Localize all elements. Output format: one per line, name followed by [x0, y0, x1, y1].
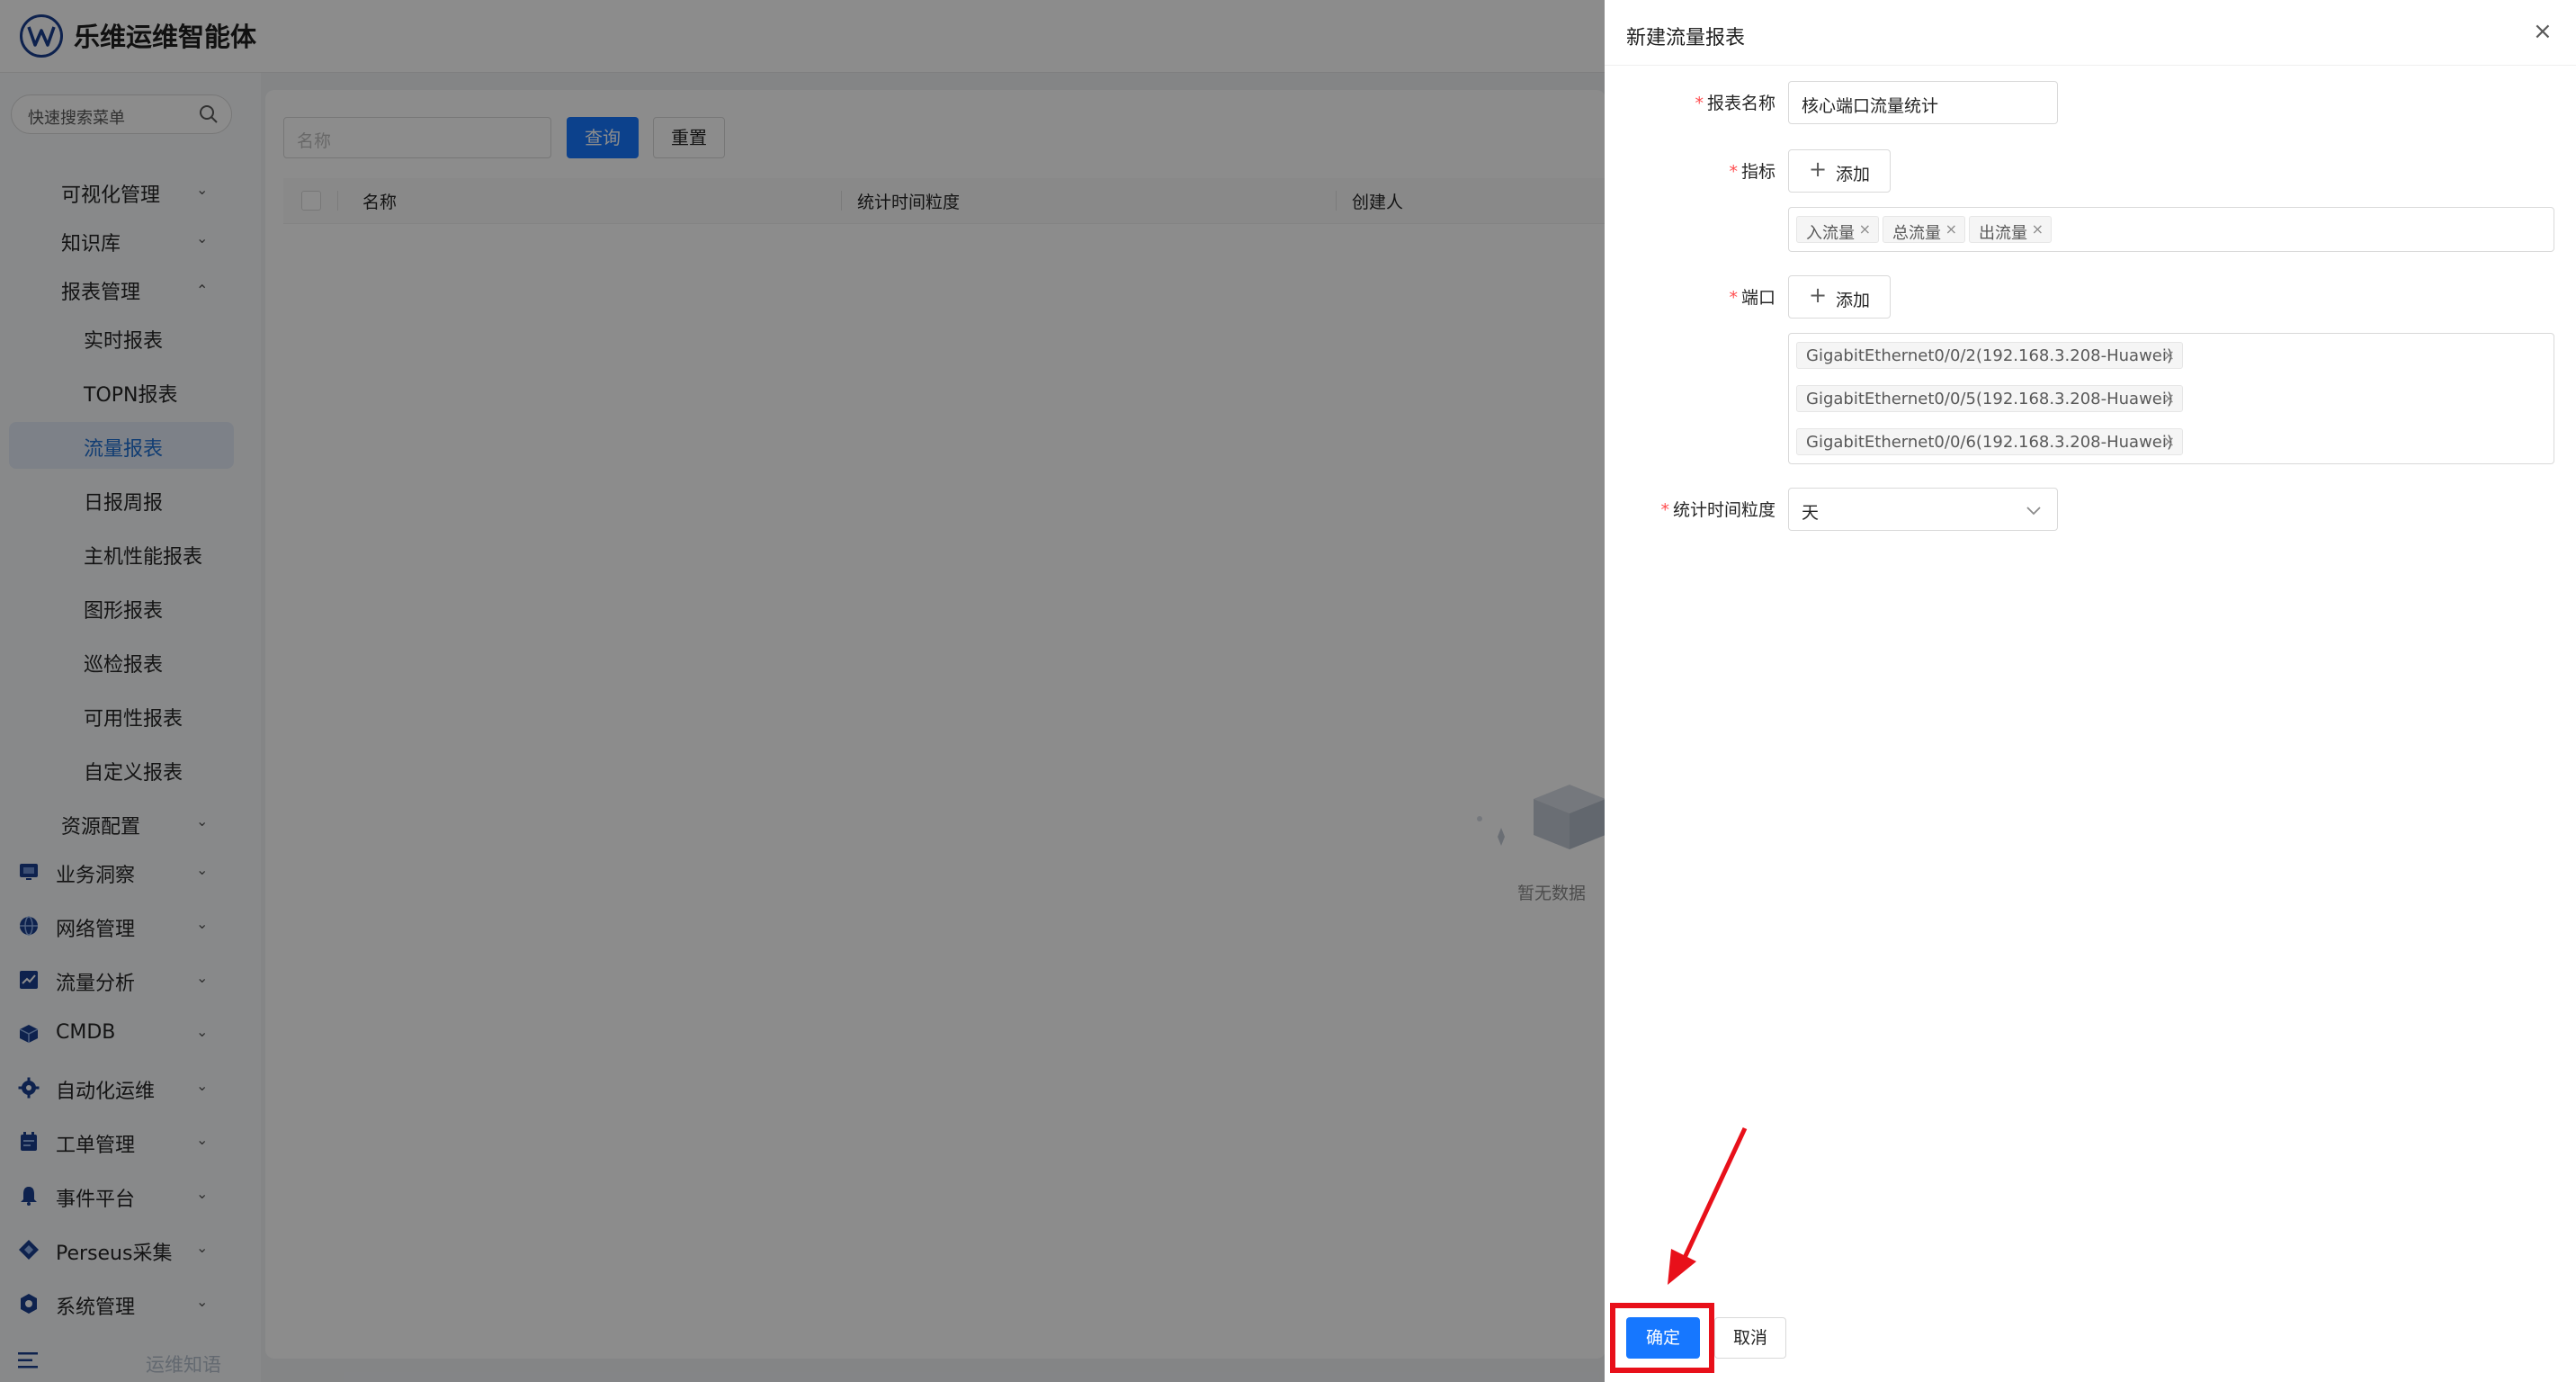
tag-text: 总流量: [1892, 224, 1941, 243]
metric-tag: 出流量 ×: [1969, 216, 2052, 243]
form-label: * 指标: [1729, 158, 1775, 183]
label-text: 端口: [1740, 288, 1775, 308]
plus-icon: +: [1809, 157, 1828, 182]
field-ports-label: * 端口: [1605, 284, 1775, 311]
add-label: 添加: [1836, 165, 1871, 184]
label-text: 统计时间粒度: [1672, 500, 1775, 520]
metrics-tag-box[interactable]: 入流量 × 总流量 × 出流量 ×: [1788, 207, 2554, 252]
form-label: * 端口: [1729, 284, 1775, 309]
add-metric-button[interactable]: + 添加: [1788, 149, 1891, 193]
drawer-header: 新建流量报表 ×: [1605, 0, 2576, 66]
tag-text: GigabitEthernet0/0/6(192.168.3.208-Huawe…: [1806, 433, 2173, 452]
field-granularity-label: * 统计时间粒度: [1605, 497, 1775, 524]
tag-close-icon[interactable]: ×: [2163, 390, 2175, 407]
tag-close-icon[interactable]: ×: [1945, 220, 1957, 238]
granularity-value: 天: [1802, 503, 1820, 523]
label-text: 指标: [1740, 162, 1775, 182]
field-metrics-label: * 指标: [1605, 158, 1775, 185]
cancel-button[interactable]: 取消: [1714, 1317, 1786, 1359]
tag-close-icon[interactable]: ×: [2163, 433, 2175, 450]
app-root: 乐维运维智能体 快速搜索菜单 可视化管理 ⌄ 知识库 ⌄ 报表管理 ⌃ 实时报表…: [0, 0, 2576, 1382]
tag-text: 入流量: [1806, 224, 1855, 243]
close-icon[interactable]: ×: [2533, 18, 2553, 45]
plus-icon: +: [1809, 283, 1828, 308]
add-port-button[interactable]: + 添加: [1788, 275, 1891, 319]
metric-tag: 入流量 ×: [1796, 216, 1879, 243]
metric-tag: 总流量 ×: [1883, 216, 1965, 243]
required-mark: *: [1695, 94, 1704, 113]
tag-close-icon[interactable]: ×: [2032, 220, 2044, 238]
highlight-box: [1610, 1303, 1714, 1373]
label-text: 报表名称: [1706, 94, 1775, 113]
required-mark: *: [1660, 500, 1669, 520]
tag-close-icon[interactable]: ×: [2163, 346, 2175, 363]
form-label: * 统计时间粒度: [1660, 497, 1775, 521]
drawer-title: 新建流量报表: [1626, 27, 1746, 49]
granularity-select[interactable]: 天: [1788, 488, 2058, 531]
field-report-name-label: * 报表名称: [1605, 90, 1775, 117]
add-label: 添加: [1836, 291, 1871, 310]
report-name-input[interactable]: 核心端口流量统计: [1788, 81, 2058, 124]
tag-close-icon[interactable]: ×: [1859, 220, 1871, 238]
port-tag: GigabitEthernet0/0/2(192.168.3.208-Huawe…: [1796, 342, 2183, 369]
required-mark: *: [1729, 162, 1738, 182]
form-label: * 报表名称: [1695, 90, 1775, 114]
annotation-arrow-icon: [1668, 1126, 1748, 1285]
required-mark: *: [1729, 288, 1738, 308]
port-tag: GigabitEthernet0/0/5(192.168.3.208-Huawe…: [1796, 385, 2183, 412]
report-name-value: 核心端口流量统计: [1802, 96, 1939, 116]
chevron-down-icon: [2026, 507, 2041, 516]
tag-text: GigabitEthernet0/0/5(192.168.3.208-Huawe…: [1806, 390, 2173, 408]
port-tag: GigabitEthernet0/0/6(192.168.3.208-Huawe…: [1796, 428, 2183, 455]
tag-text: GigabitEthernet0/0/2(192.168.3.208-Huawe…: [1806, 346, 2173, 365]
ports-tag-box[interactable]: GigabitEthernet0/0/2(192.168.3.208-Huawe…: [1788, 333, 2554, 464]
tag-text: 出流量: [1979, 224, 2027, 243]
